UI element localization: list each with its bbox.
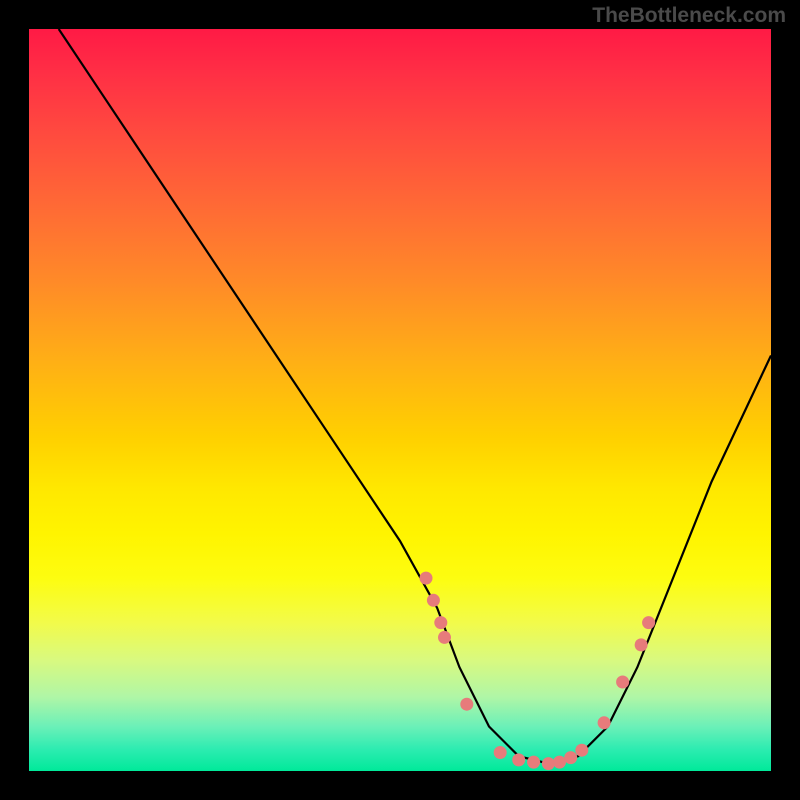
data-dot (635, 638, 648, 651)
data-dot (575, 744, 588, 757)
chart-svg (29, 29, 771, 771)
data-dot (434, 616, 447, 629)
scatter-dots (420, 572, 656, 771)
curve-line (59, 29, 771, 764)
data-dot (553, 756, 566, 769)
data-dot (598, 716, 611, 729)
watermark-text: TheBottleneck.com (592, 4, 786, 28)
data-dot (542, 757, 555, 770)
data-dot (438, 631, 451, 644)
data-dot (427, 594, 440, 607)
data-dot (512, 753, 525, 766)
data-dot (494, 746, 507, 759)
data-dot (564, 751, 577, 764)
data-dot (420, 572, 433, 585)
data-dot (527, 756, 540, 769)
data-dot (642, 616, 655, 629)
data-dot (460, 698, 473, 711)
plot-area (29, 29, 771, 771)
data-dot (616, 676, 629, 689)
curve-path (59, 29, 771, 764)
